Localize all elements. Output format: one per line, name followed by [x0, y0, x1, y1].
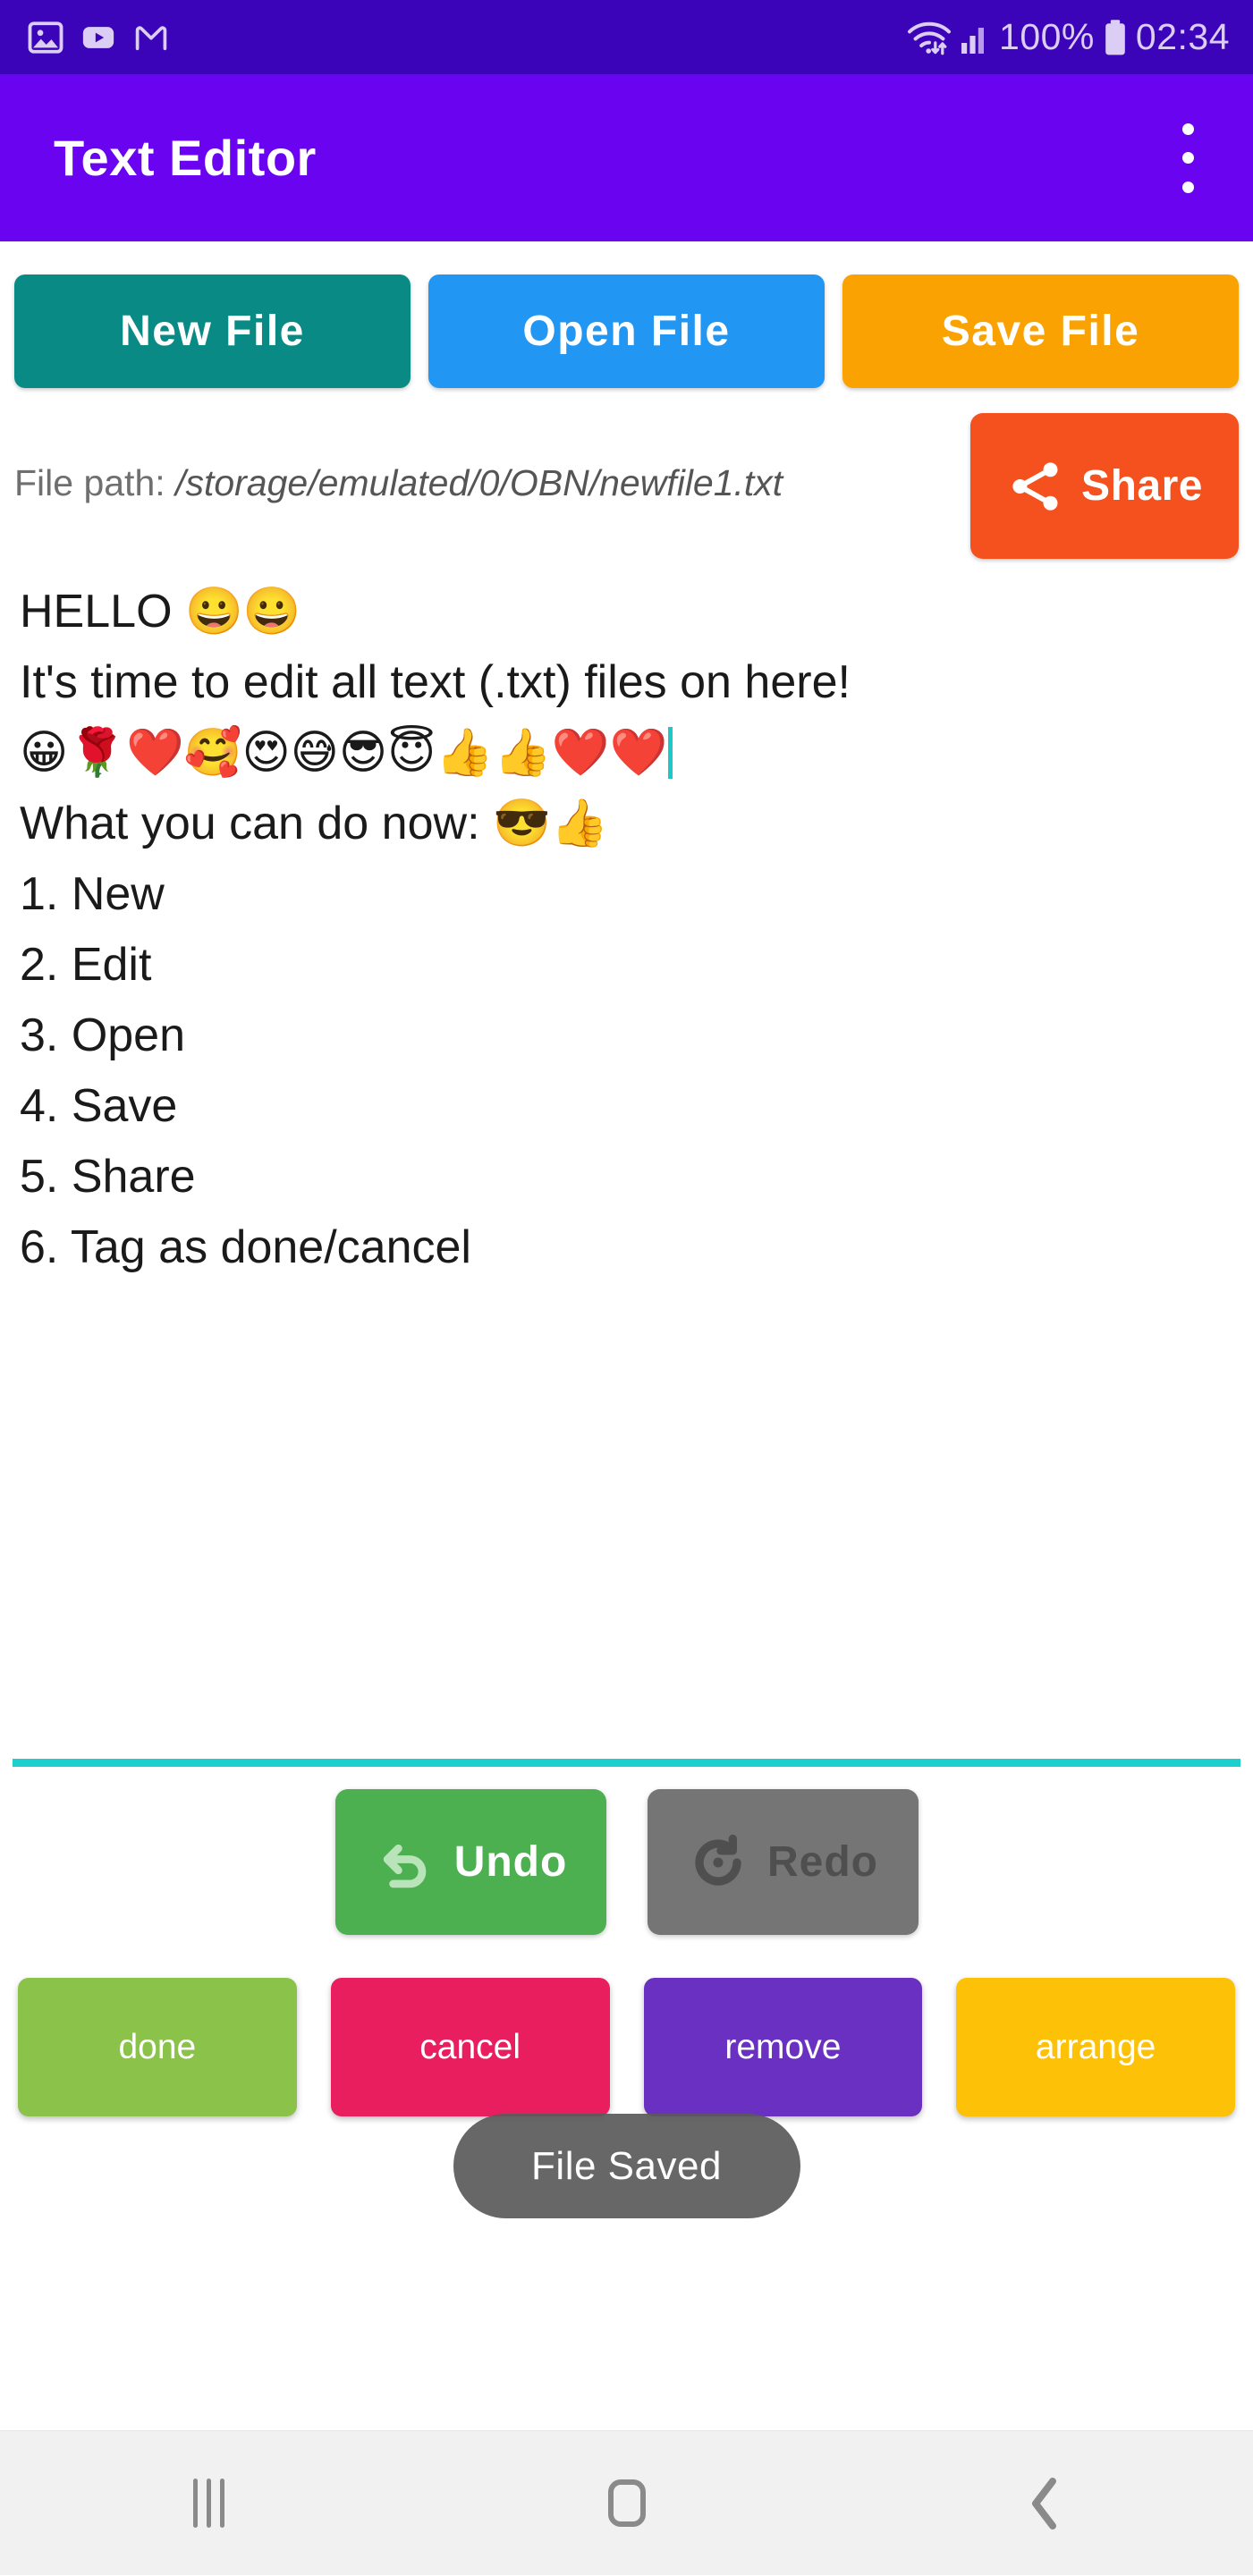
arrange-button[interactable]: arrange — [956, 1978, 1235, 2116]
redo-arrow-icon — [695, 1834, 741, 1886]
battery-percent-label: 100% — [999, 16, 1095, 57]
recents-icon[interactable] — [129, 2431, 290, 2576]
page-title: Text Editor — [54, 130, 317, 186]
history-button-row: Undo Redo — [0, 1788, 1253, 1936]
editor-line: 6. Tag as done/cancel — [20, 1221, 471, 1273]
editor-text-area[interactable]: HELLO 😀😀 It's time to edit all text (.tx… — [0, 577, 1253, 1761]
editor-line: 2. Edit — [20, 939, 152, 991]
overflow-menu-icon[interactable] — [1162, 120, 1214, 197]
status-system-icons: 100% 02:34 — [906, 17, 1230, 58]
home-icon[interactable] — [546, 2431, 707, 2576]
editor-line: It's time to edit all text (.txt) files … — [20, 656, 851, 708]
share-button[interactable]: Share — [970, 413, 1239, 559]
app-bar: Text Editor — [0, 74, 1253, 241]
redo-button[interactable]: Redo — [647, 1789, 919, 1935]
back-chevron-icon — [1031, 2477, 1056, 2530]
save-file-button[interactable]: Save File — [842, 274, 1239, 388]
open-file-button[interactable]: Open File — [428, 274, 825, 388]
editor-line: What you can do now: 😎👍 — [20, 798, 609, 849]
file-action-bar: New File Open File Save File — [0, 274, 1253, 388]
file-path-value: /storage/emulated/0/OBN/newfile1.txt — [175, 462, 783, 503]
undo-arrow-icon — [383, 1844, 426, 1888]
editor-line-emoji: 😀🌹❤️🥰😍😅😎😇👍👍❤️❤️ — [20, 726, 668, 780]
wifi-data-transfer-icon — [908, 21, 952, 55]
share-icon — [1012, 461, 1058, 511]
status-notification-icons — [27, 19, 170, 56]
status-bar: 100% 02:34 — [0, 0, 1253, 74]
editor-line: HELLO 😀😀 — [20, 586, 301, 638]
redo-button-label: Redo — [767, 1838, 878, 1886]
battery-full-icon — [1105, 19, 1125, 55]
toast-message: File Saved — [531, 2143, 722, 2188]
cancel-button[interactable]: cancel — [330, 1978, 610, 2116]
undo-button[interactable]: Undo — [334, 1789, 606, 1935]
done-button[interactable]: done — [18, 1978, 297, 2116]
gallery-image-icon — [28, 21, 63, 54]
back-icon[interactable] — [964, 2431, 1125, 2576]
file-path-display: File path: /storage/emulated/0/OBN/newfi… — [14, 462, 783, 504]
share-button-label: Share — [1081, 462, 1203, 510]
cellular-signal-icon — [961, 27, 985, 54]
toast-notification: File Saved — [453, 2114, 800, 2218]
system-navigation-bar — [0, 2430, 1253, 2575]
editor-line-with-caret: 😀🌹❤️🥰😍😅😎😇👍👍❤️❤️ — [20, 718, 1233, 789]
editor-divider — [13, 1759, 1240, 1767]
editor-line: 5. Share — [20, 1151, 196, 1203]
undo-button-label: Undo — [453, 1838, 568, 1886]
editor-line: 3. Open — [20, 1009, 186, 1061]
file-path-label: File path: — [14, 462, 165, 503]
file-path-row: File path: /storage/emulated/0/OBN/newfi… — [0, 407, 1253, 563]
text-cursor — [668, 727, 673, 779]
remove-button[interactable]: remove — [643, 1978, 923, 2116]
new-file-button[interactable]: New File — [14, 274, 411, 388]
gmail-icon — [135, 25, 167, 50]
editor-line: 1. New — [20, 868, 165, 920]
youtube-icon — [82, 26, 114, 48]
tag-button-row: done cancel remove arrange — [0, 1978, 1253, 2121]
clock-label: 02:34 — [1135, 16, 1230, 57]
editor-line: 4. Save — [20, 1080, 178, 1132]
